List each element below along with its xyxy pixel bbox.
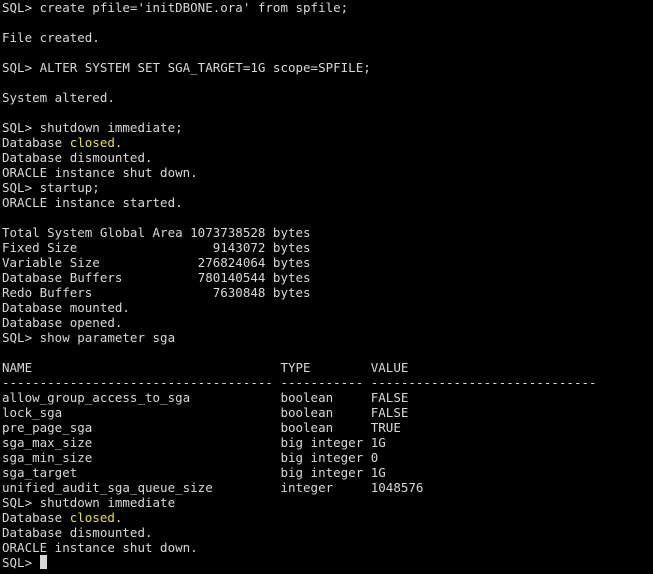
output-text: Variable Size 276824064 bytes bbox=[2, 255, 311, 270]
output-text: NAME TYPE VALUE bbox=[2, 360, 409, 375]
output-text: SQL> shutdown immediate; bbox=[2, 120, 183, 135]
output-text: lock_sga boolean FALSE bbox=[2, 405, 409, 420]
terminal-line: SQL> shutdown immediate bbox=[2, 495, 653, 510]
output-text: SQL> show parameter sga bbox=[2, 330, 176, 345]
terminal-line: SQL> shutdown immediate; bbox=[2, 120, 653, 135]
terminal-output: SQL> create pfile='initDBONE.ora' from s… bbox=[2, 0, 653, 555]
terminal-line: ORACLE instance started. bbox=[2, 195, 653, 210]
output-text: Database mounted. bbox=[2, 300, 130, 315]
terminal-line: NAME TYPE VALUE bbox=[2, 360, 653, 375]
terminal-line: Database closed. bbox=[2, 135, 653, 150]
output-text: ORACLE instance shut down. bbox=[2, 165, 198, 180]
terminal-line: Database closed. bbox=[2, 510, 653, 525]
output-text: ------------------------------------ ---… bbox=[2, 375, 597, 390]
terminal-line: Variable Size 276824064 bytes bbox=[2, 255, 653, 270]
output-text: Database dismounted. bbox=[2, 150, 153, 165]
terminal-line: Total System Global Area 1073738528 byte… bbox=[2, 225, 653, 240]
output-text: Redo Buffers 7630848 bytes bbox=[2, 285, 311, 300]
output-text: allow_group_access_to_sga boolean FALSE bbox=[2, 390, 409, 405]
terminal-line: lock_sga boolean FALSE bbox=[2, 405, 653, 420]
output-text: SQL> create pfile='initDBONE.ora' from s… bbox=[2, 0, 349, 15]
terminal-line: Database Buffers 780140544 bytes bbox=[2, 270, 653, 285]
terminal-line: SQL> show parameter sga bbox=[2, 330, 653, 345]
output-text: SQL> startup; bbox=[2, 180, 100, 195]
output-text: unified_audit_sga_queue_size integer 104… bbox=[2, 480, 424, 495]
output-text: Database bbox=[2, 510, 70, 525]
output-text: Database dismounted. bbox=[2, 525, 153, 540]
output-text: File created. bbox=[2, 30, 100, 45]
text-cursor bbox=[39, 555, 47, 569]
terminal-line: unified_audit_sga_queue_size integer 104… bbox=[2, 480, 653, 495]
terminal-line: sga_target big integer 1G bbox=[2, 465, 653, 480]
output-text: Total System Global Area 1073738528 byte… bbox=[2, 225, 311, 240]
terminal-line: sga_min_size big integer 0 bbox=[2, 450, 653, 465]
output-text: sga_target big integer 1G bbox=[2, 465, 386, 480]
output-text: Database Buffers 780140544 bytes bbox=[2, 270, 311, 285]
terminal-line: Database opened. bbox=[2, 315, 653, 330]
terminal-line: Database dismounted. bbox=[2, 150, 653, 165]
terminal-line: Fixed Size 9143072 bytes bbox=[2, 240, 653, 255]
output-text: ORACLE instance shut down. bbox=[2, 540, 198, 555]
terminal-line: pre_page_sga boolean TRUE bbox=[2, 420, 653, 435]
terminal-line: Database mounted. bbox=[2, 300, 653, 315]
terminal-line: SQL> ALTER SYSTEM SET SGA_TARGET=1G scop… bbox=[2, 60, 653, 75]
terminal-line: allow_group_access_to_sga boolean FALSE bbox=[2, 390, 653, 405]
terminal-line: ORACLE instance shut down. bbox=[2, 540, 653, 555]
terminal-line: Database dismounted. bbox=[2, 525, 653, 540]
terminal-line: ORACLE instance shut down. bbox=[2, 165, 653, 180]
terminal-line: sga_max_size big integer 1G bbox=[2, 435, 653, 450]
terminal-line: SQL> startup; bbox=[2, 180, 653, 195]
terminal-line: System altered. bbox=[2, 90, 653, 105]
highlighted-text: closed. bbox=[69, 135, 123, 150]
output-text: System altered. bbox=[2, 90, 115, 105]
output-text: sga_max_size big integer 1G bbox=[2, 435, 386, 450]
output-text: sga_min_size big integer 0 bbox=[2, 450, 379, 465]
highlighted-text: closed. bbox=[69, 510, 123, 525]
output-text: Fixed Size 9143072 bytes bbox=[2, 240, 311, 255]
terminal-line: SQL> create pfile='initDBONE.ora' from s… bbox=[2, 0, 653, 15]
terminal-prompt-line[interactable]: SQL> bbox=[2, 555, 653, 570]
terminal-line: ------------------------------------ ---… bbox=[2, 375, 653, 390]
output-text: ORACLE instance started. bbox=[2, 195, 183, 210]
output-text: Database bbox=[2, 135, 70, 150]
prompt-text: SQL> bbox=[2, 555, 40, 570]
terminal-line: Redo Buffers 7630848 bytes bbox=[2, 285, 653, 300]
output-text: Database opened. bbox=[2, 315, 123, 330]
output-text: SQL> ALTER SYSTEM SET SGA_TARGET=1G scop… bbox=[2, 60, 371, 75]
terminal-line: File created. bbox=[2, 30, 653, 45]
terminal-window[interactable]: SQL> create pfile='initDBONE.ora' from s… bbox=[0, 0, 653, 574]
output-text: SQL> shutdown immediate bbox=[2, 495, 176, 510]
output-text: pre_page_sga boolean TRUE bbox=[2, 420, 401, 435]
